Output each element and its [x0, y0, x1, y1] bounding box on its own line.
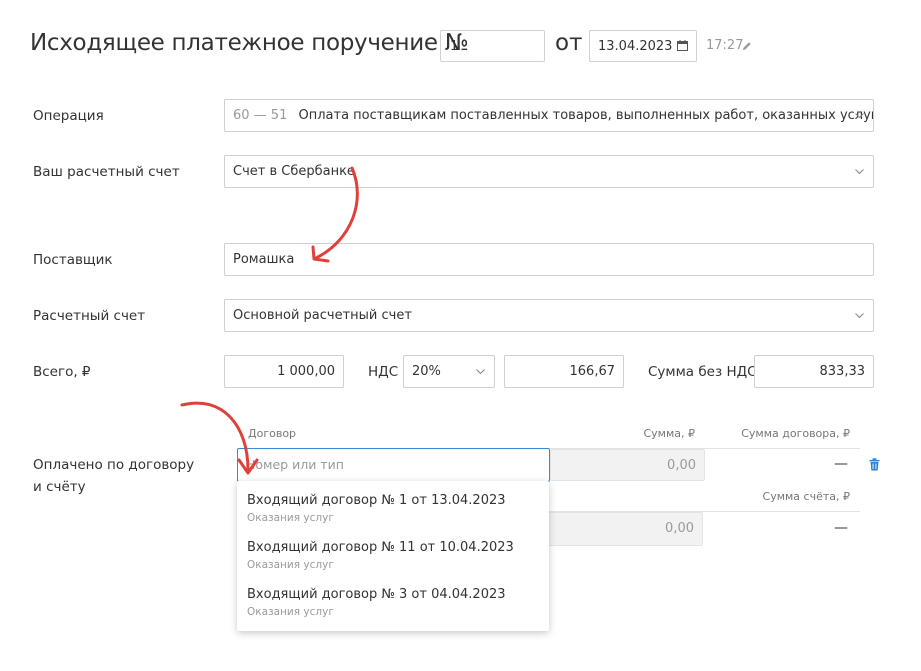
invoice-payment-sum: 0,00 — [548, 512, 703, 546]
contract-option-title: Входящий договор № 11 от 10.04.2023 — [247, 540, 514, 555]
date-value: 13.04.2023 — [598, 39, 673, 54]
vat-rate-value: 20% — [412, 364, 441, 379]
operation-value: Оплата поставщикам поставленных товаров,… — [298, 108, 874, 123]
net-amount-input[interactable]: 833,33 — [754, 355, 874, 388]
contract-option[interactable]: Входящий договор № 3 от 04.04.2023 Оказа… — [247, 587, 506, 618]
contract-option-subtitle: Оказания услуг — [247, 606, 334, 618]
chevron-down-icon — [476, 369, 485, 375]
net-amount-label: Сумма без НДС — [648, 364, 757, 380]
supplier-input[interactable]: Ромашка — [224, 243, 874, 276]
account-value: Счет в Сбербанке — [233, 164, 355, 179]
supplier-account-select[interactable]: Основной расчетный счет — [224, 299, 874, 332]
supplier-account-label: Расчетный счет — [33, 308, 146, 324]
calendar-icon[interactable] — [677, 40, 688, 51]
contract-search-input[interactable]: Номер или тип — [237, 448, 550, 482]
account-label: Ваш расчетный счет — [33, 164, 180, 180]
delete-row-icon[interactable] — [869, 458, 880, 471]
contract-total-value: — — [834, 456, 848, 472]
contract-option[interactable]: Входящий договор № 1 от 13.04.2023 Оказа… — [247, 493, 506, 524]
contract-option-subtitle: Оказания услуг — [247, 559, 334, 571]
contract-payment-sum: 0,00 — [550, 449, 705, 481]
page-title: Исходящее платежное поручение № — [30, 30, 469, 56]
vat-label: НДС — [368, 364, 399, 380]
invoice-sum-column-header: Сумма счёта, ₽ — [762, 490, 850, 503]
paid-by-label-line2: и счёту — [33, 479, 86, 495]
total-label: Всего, ₽ — [33, 364, 91, 380]
contract-option[interactable]: Входящий договор № 11 от 10.04.2023 Оказ… — [247, 540, 514, 571]
contract-dropdown: Входящий договор № 1 от 13.04.2023 Оказа… — [237, 481, 549, 631]
sum-column-header: Сумма, ₽ — [643, 427, 695, 440]
total-amount-input[interactable]: 1 000,00 — [224, 355, 344, 388]
document-number-input[interactable]: 1 — [440, 30, 545, 62]
contract-sum-column-header: Сумма договора, ₽ — [741, 427, 850, 440]
account-select[interactable]: Счет в Сбербанке — [224, 155, 874, 188]
paid-by-label-line1: Оплачено по договору — [33, 457, 195, 473]
date-separator: от — [555, 30, 583, 56]
vat-rate-select[interactable]: 20% — [403, 355, 495, 388]
contract-option-title: Входящий договор № 3 от 04.04.2023 — [247, 587, 506, 602]
chevron-down-icon — [855, 113, 864, 119]
supplier-account-value: Основной расчетный счет — [233, 308, 412, 323]
contract-column-header: Договор — [248, 427, 297, 440]
operation-code: 60 — 51 — [233, 108, 288, 123]
contract-option-title: Входящий договор № 1 от 13.04.2023 — [247, 493, 506, 508]
edit-time-icon[interactable] — [742, 41, 752, 51]
contract-option-subtitle: Оказания услуг — [247, 512, 334, 524]
supplier-label: Поставщик — [33, 252, 113, 268]
vat-amount-input[interactable]: 166,67 — [504, 355, 624, 388]
chevron-down-icon — [855, 169, 864, 175]
operation-select[interactable]: 60 — 51 Оплата поставщикам поставленных … — [224, 99, 874, 132]
invoice-total-value: — — [834, 520, 848, 536]
operation-label: Операция — [33, 108, 104, 124]
document-date-input[interactable]: 13.04.2023 — [589, 30, 697, 62]
document-time: 17:27 — [706, 38, 744, 53]
chevron-down-icon — [855, 313, 864, 319]
supplier-value: Ромашка — [233, 252, 295, 267]
